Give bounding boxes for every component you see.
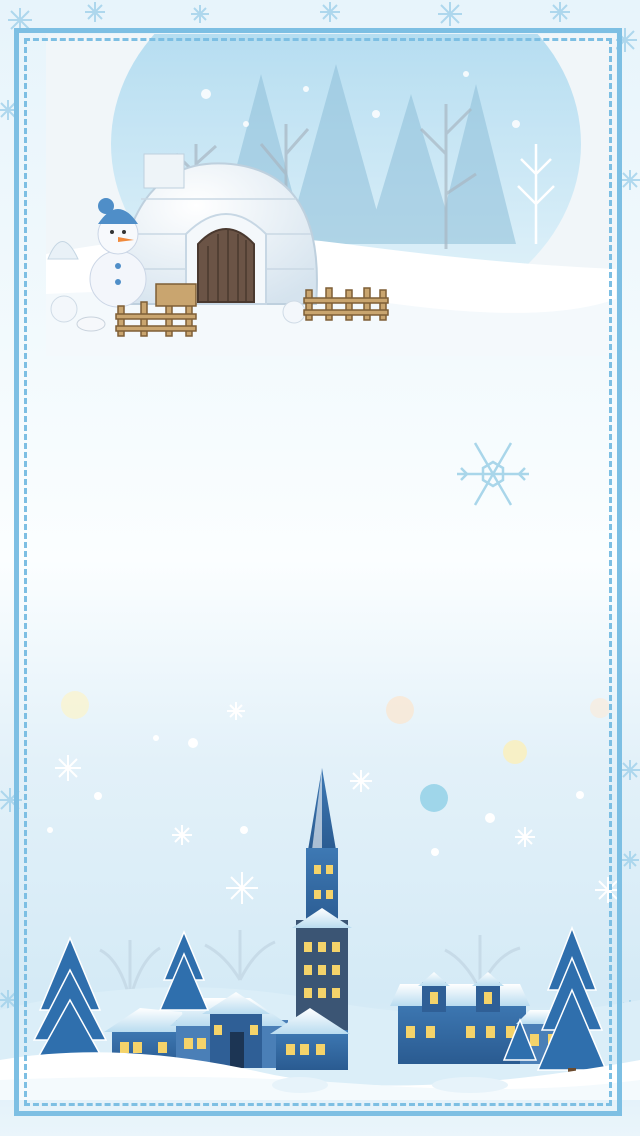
- inner-dashed-frame: [24, 38, 612, 1106]
- winter-card: [0, 0, 640, 1136]
